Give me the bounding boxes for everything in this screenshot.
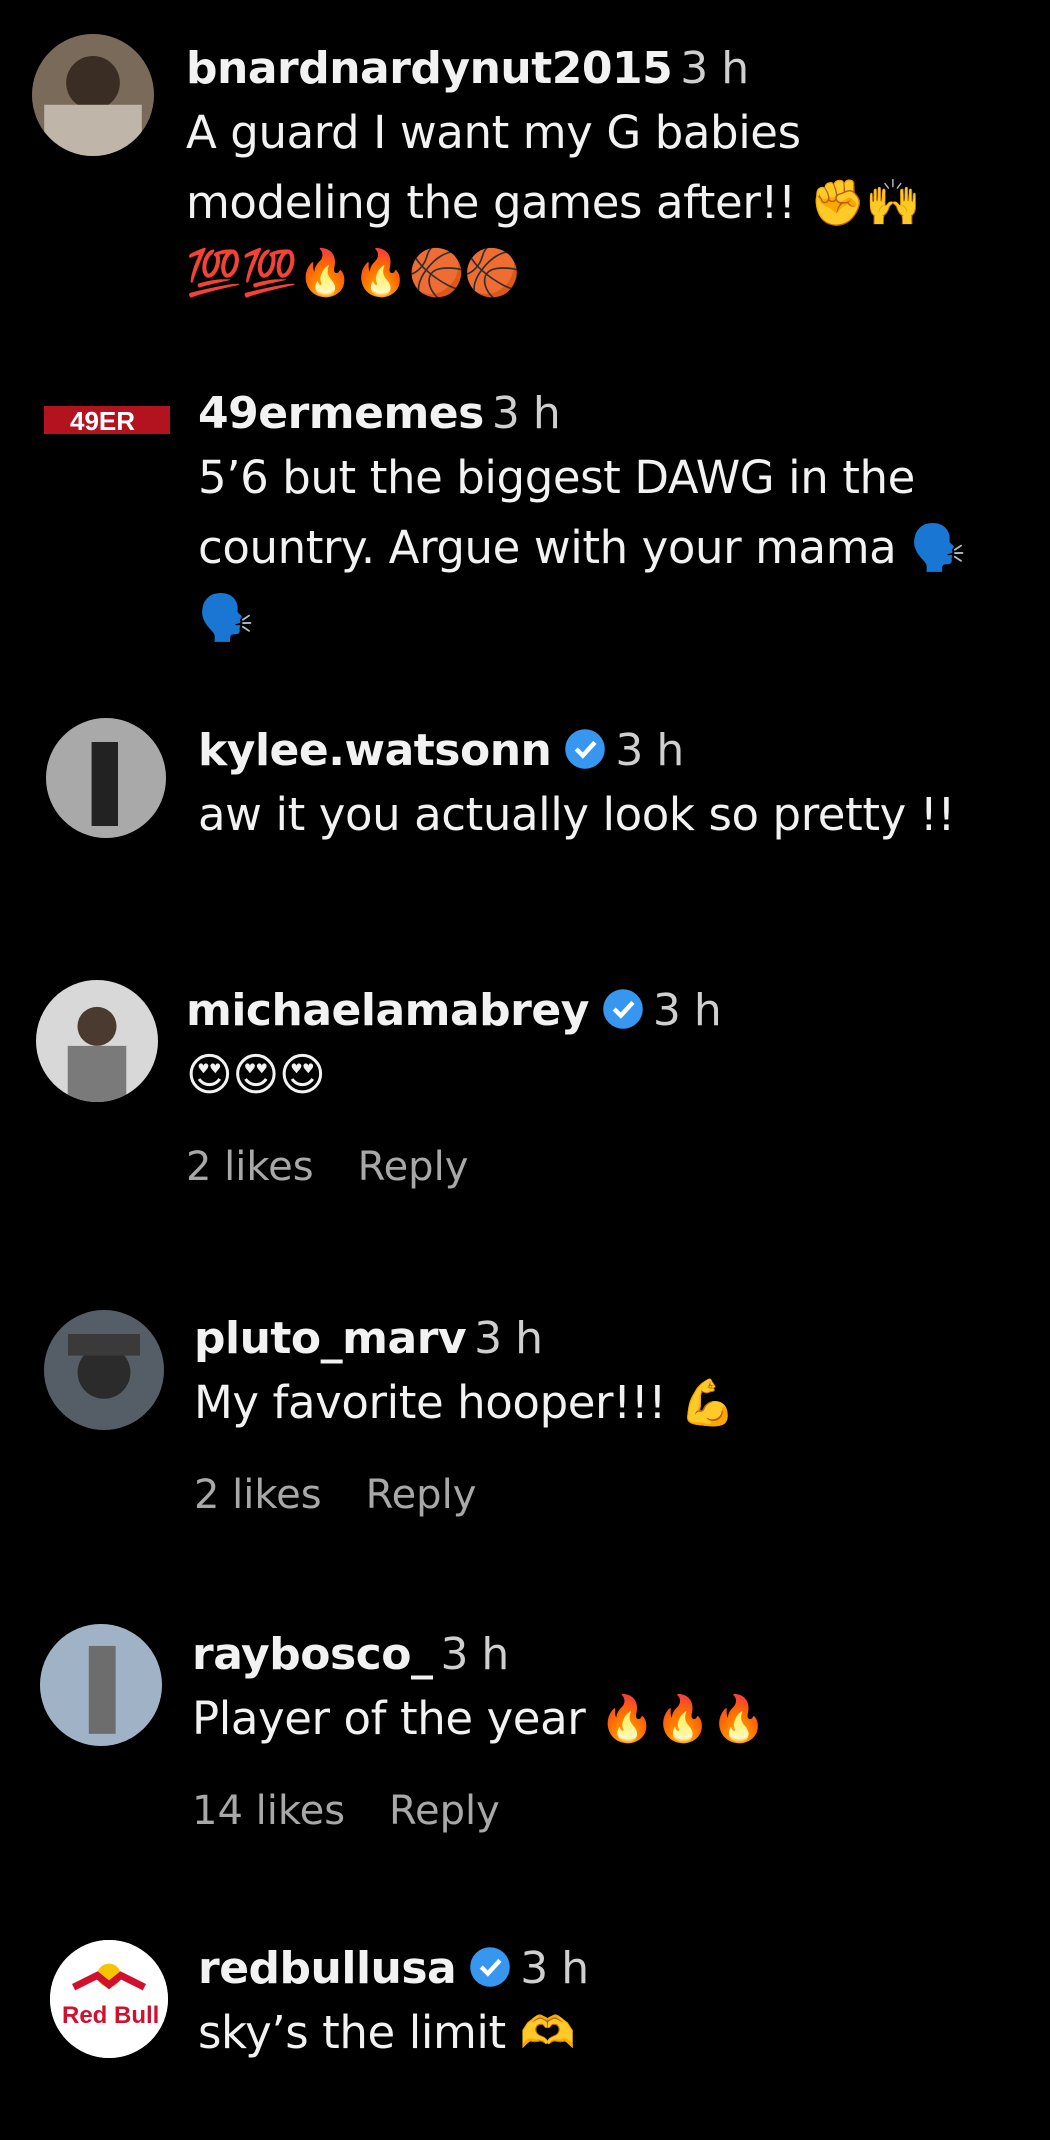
timestamp: 3 h [474, 1313, 543, 1364]
avatar[interactable]: 49ER [44, 400, 170, 448]
reply-button[interactable]: Reply [366, 1472, 477, 1518]
username[interactable]: bnardnardynut2015 [186, 43, 673, 94]
timestamp: 3 h [491, 388, 561, 439]
comment-text-line: modeling the games after!! ✊🙌 [186, 176, 921, 229]
comment-text-line: sky’s the limit 🫶 [198, 2006, 576, 2059]
comment-text-line: A guard I want my G babies [186, 106, 801, 159]
verified-badge-icon [601, 987, 645, 1031]
comment-emoji-line: 💯💯🔥🔥🏀🏀 [186, 246, 520, 299]
reply-button[interactable]: Reply [358, 1144, 469, 1190]
timestamp: 3 h [680, 43, 749, 94]
timestamp: 3 h [440, 1629, 509, 1680]
comment-text-line: country. Argue with your mama 🗣️ [198, 521, 966, 574]
avatar[interactable] [32, 34, 154, 156]
avatar[interactable] [40, 1624, 162, 1746]
username[interactable]: 49ermemes [198, 388, 484, 439]
comment-text-line: Player of the year 🔥🔥🔥 [192, 1692, 767, 1745]
avatar[interactable]: Red Bull [50, 1940, 168, 2058]
comment-emoji-line: 😍😍😍 [186, 1048, 326, 1101]
comment-text-line: 5’6 but the biggest DAWG in the [198, 451, 915, 504]
verified-badge-icon [563, 727, 607, 771]
username[interactable]: redbullusa [198, 1943, 457, 1994]
avatar-logo-text: 49ER [70, 406, 136, 436]
username[interactable]: kylee.watsonn [198, 725, 552, 776]
timestamp: 3 h [615, 725, 684, 776]
timestamp: 3 h [520, 1943, 589, 1994]
avatar-logo-text: Red Bull [62, 2002, 160, 2029]
like-count[interactable]: 2 likes [186, 1144, 314, 1190]
comment-text-line: aw it you actually look so pretty !! [198, 788, 955, 841]
reply-button[interactable]: Reply [389, 1788, 500, 1834]
username[interactable]: pluto_marv [194, 1313, 467, 1364]
avatar[interactable] [44, 1310, 164, 1430]
avatar[interactable] [46, 718, 166, 838]
username[interactable]: raybosco_ [192, 1629, 433, 1680]
timestamp: 3 h [652, 985, 722, 1036]
avatar[interactable] [36, 980, 158, 1102]
like-count[interactable]: 2 likes [194, 1472, 322, 1518]
comment-emoji-line: 🗣️ [198, 591, 254, 644]
like-count[interactable]: 14 likes [192, 1788, 345, 1834]
comment-text-line: My favorite hooper!!! 💪 [194, 1376, 736, 1429]
verified-badge-icon [468, 1945, 512, 1989]
username[interactable]: michaelamabrey [186, 985, 589, 1036]
